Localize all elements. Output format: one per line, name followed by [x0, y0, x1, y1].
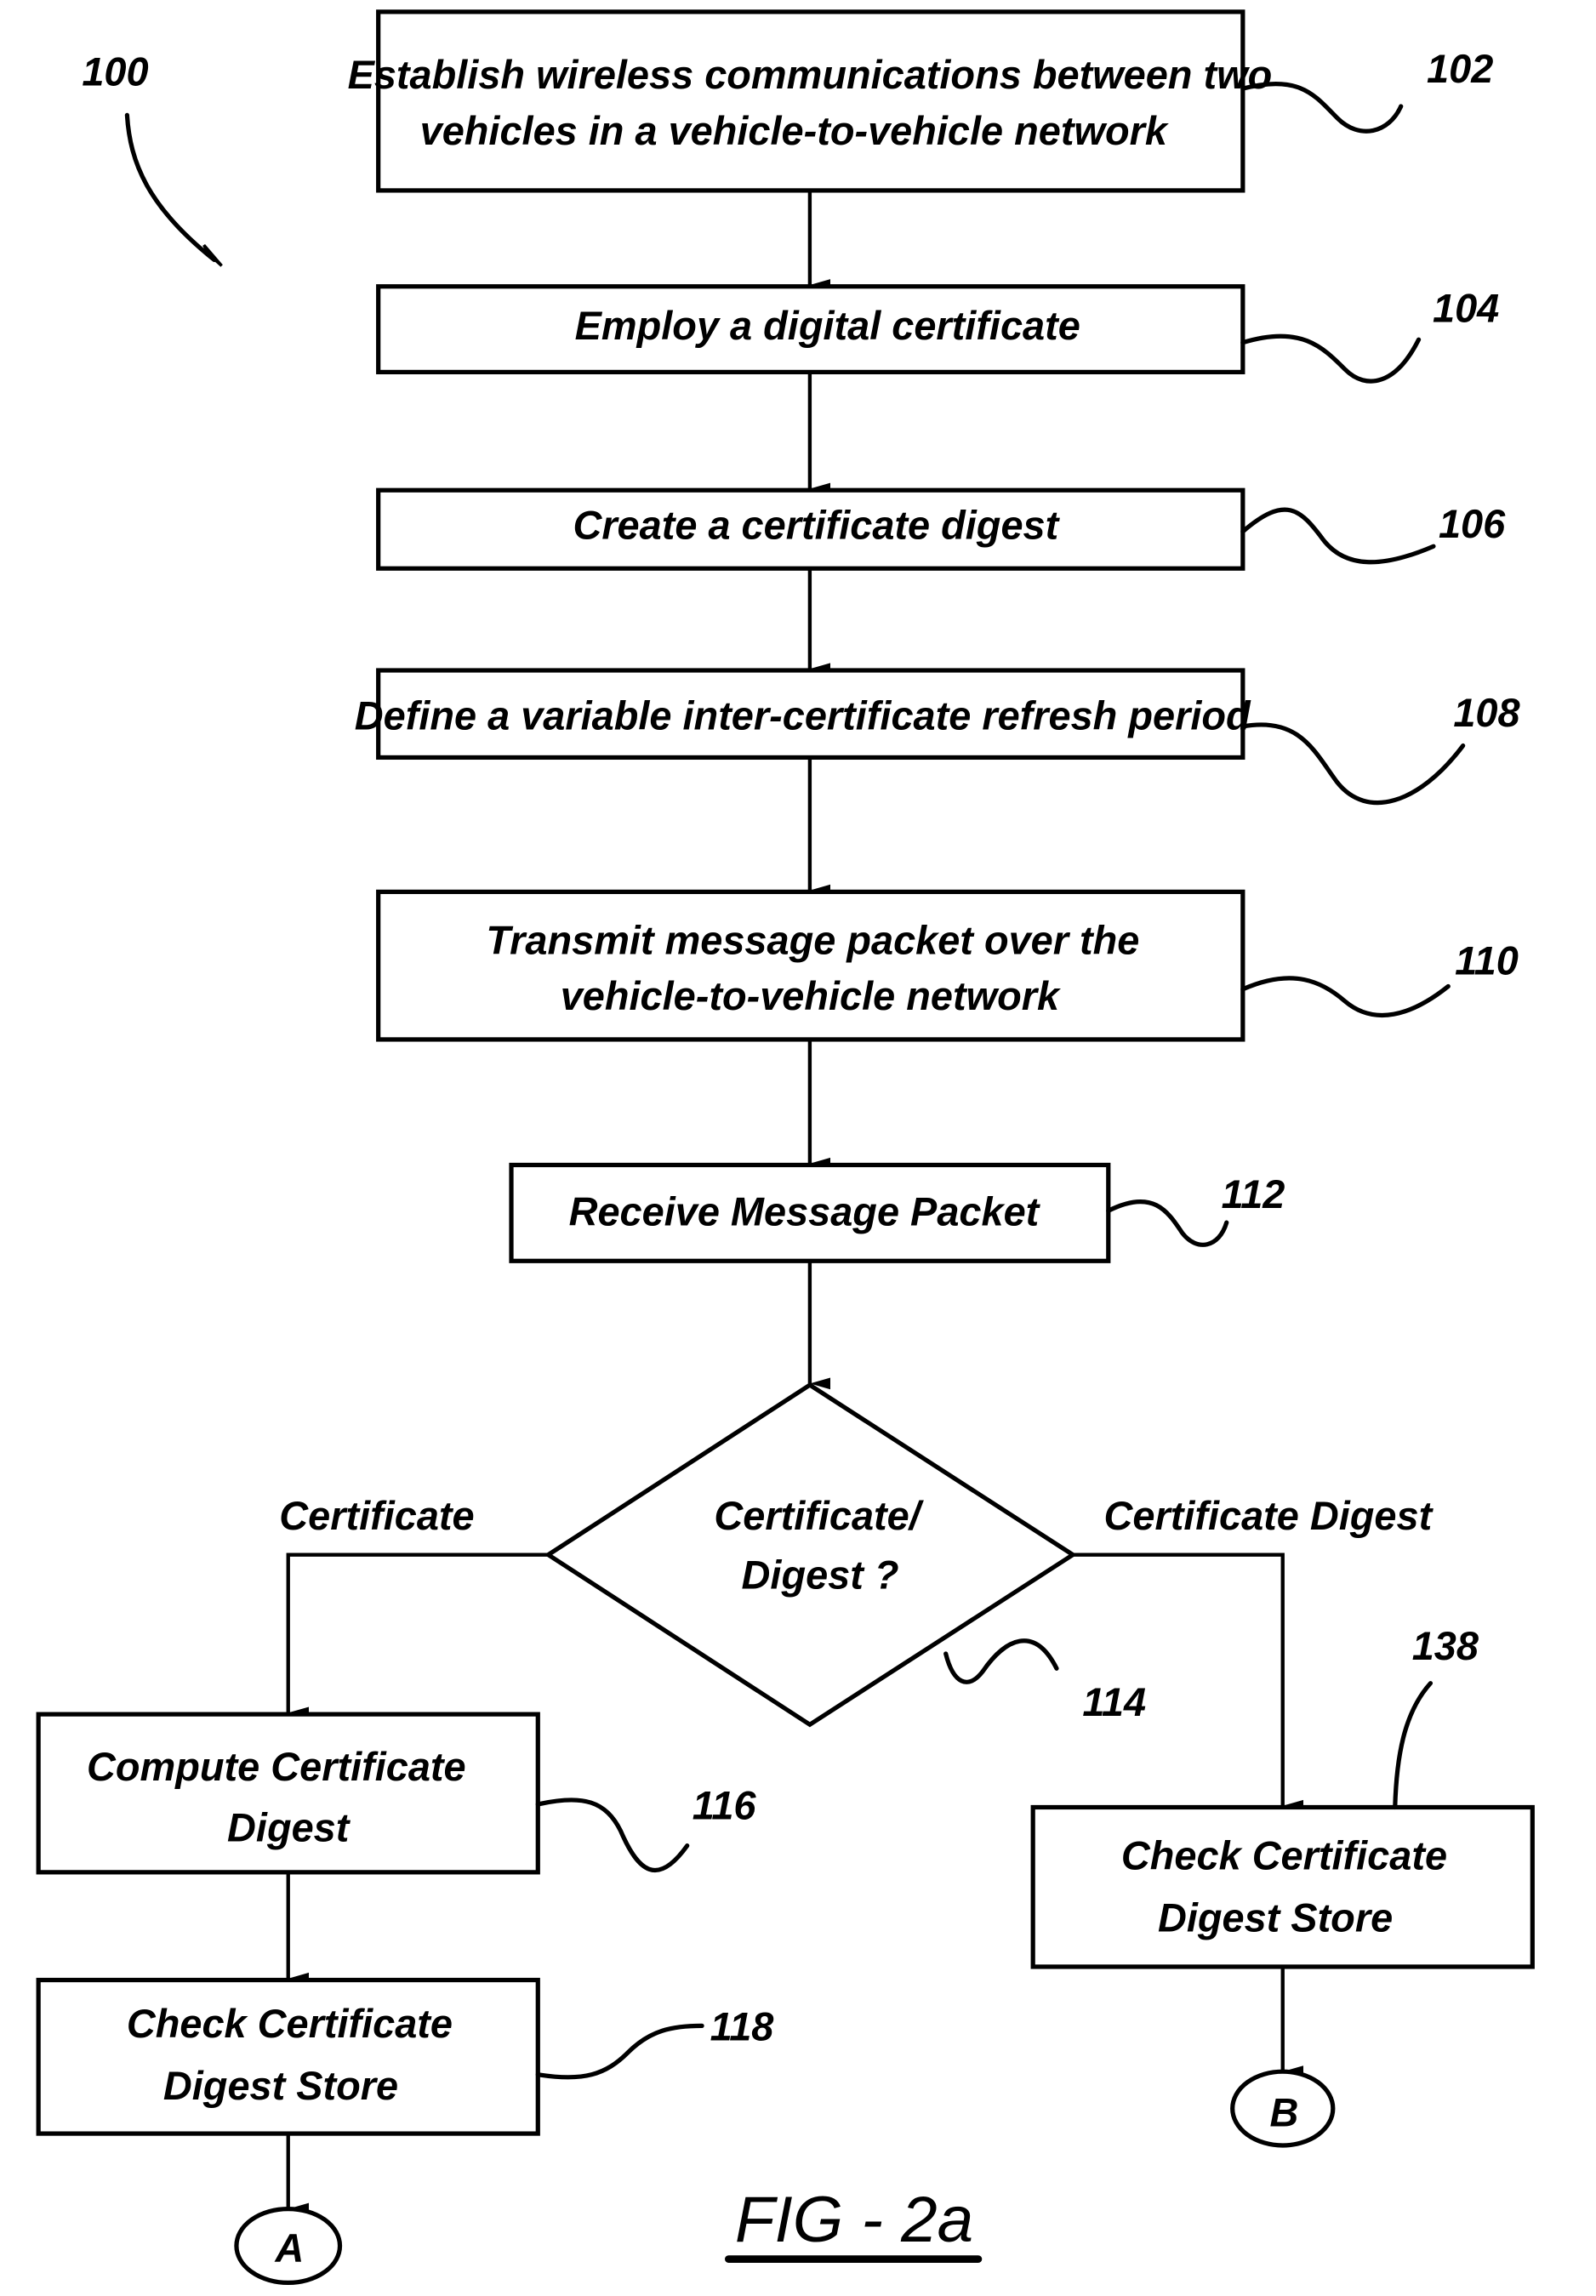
step-104-text: Employ a digital certificate — [575, 304, 1080, 348]
ref-138: 138 — [1412, 1624, 1479, 1668]
ref-102: 102 — [1427, 47, 1493, 91]
ref-112: 112 — [1222, 1172, 1285, 1216]
connector-A-label: A — [275, 2226, 305, 2270]
ref-106: 106 — [1439, 502, 1506, 546]
ref-104: 104 — [1433, 286, 1499, 330]
leader-108 — [1240, 722, 1466, 805]
decision-114: Certificate/ Digest ? — [544, 1382, 1077, 1728]
step-110: Transmit message packet over the vehicle… — [376, 889, 1245, 1042]
step-138-line2: Digest Store — [1158, 1895, 1393, 1940]
ref-100-arrow — [124, 112, 217, 263]
step-102: Establish wireless communications betwee… — [348, 9, 1273, 193]
step-110-line1: Transmit message packet over the — [486, 918, 1139, 962]
step-108-text: Define a variable inter-certificate refr… — [355, 693, 1251, 738]
ref-118: 118 — [710, 2005, 774, 2049]
decision-line1: Certificate/ — [714, 1494, 924, 1538]
decision-line2: Digest ? — [742, 1553, 899, 1598]
leader-112 — [1106, 1199, 1229, 1247]
leader-110 — [1240, 976, 1451, 1018]
ref-100-label: 100 — [82, 50, 148, 94]
step-116: Compute Certificate Digest — [36, 1712, 540, 1875]
step-104: Employ a digital certificate — [376, 284, 1245, 374]
step-102-line2: vehicles in a vehicle-to-vehicle network — [420, 109, 1170, 153]
step-108: Define a variable inter-certificate refr… — [355, 668, 1251, 761]
step-138-line1: Check Certificate — [1121, 1833, 1447, 1877]
step-106-text: Create a certificate digest — [573, 504, 1060, 548]
ref-108: 108 — [1453, 691, 1519, 735]
step-110-line2: vehicle-to-vehicle network — [561, 974, 1062, 1018]
flowchart: 100 Establish wireless communications be… — [36, 9, 1535, 2285]
connector-B: B — [1230, 2069, 1336, 2148]
step-118-line1: Check Certificate — [127, 2002, 453, 2046]
leader-118 — [535, 2023, 704, 2080]
step-112-text: Receive Message Packet — [569, 1190, 1041, 1234]
ref-114: 114 — [1082, 1680, 1146, 1724]
ref-116: 116 — [693, 1783, 757, 1827]
step-102-line1: Establish wireless communications betwee… — [348, 53, 1273, 97]
ref-110: 110 — [1455, 939, 1519, 983]
figure-label: FIG - 2a — [735, 2184, 973, 2256]
leader-116 — [535, 1797, 690, 1873]
step-112: Receive Message Packet — [509, 1162, 1111, 1263]
leader-114 — [943, 1638, 1059, 1684]
step-138: Check Certificate Digest Store — [1030, 1804, 1535, 1969]
step-116-line1: Compute Certificate — [87, 1745, 466, 1789]
step-116-line2: Digest — [227, 1805, 351, 1849]
step-106: Create a certificate digest — [376, 487, 1245, 571]
leader-138 — [1393, 1681, 1434, 1810]
leader-106 — [1240, 507, 1436, 565]
arrow-114-116 — [286, 1553, 549, 1719]
leader-104 — [1240, 333, 1422, 384]
branch-label-certificate: Certificate — [279, 1494, 474, 1538]
step-118-line2: Digest Store — [163, 2064, 398, 2108]
step-118: Check Certificate Digest Store — [36, 1977, 540, 2136]
branch-label-digest: Certificate Digest — [1104, 1494, 1434, 1538]
connector-A: A — [234, 2206, 343, 2285]
connector-B-label: B — [1270, 2090, 1299, 2134]
